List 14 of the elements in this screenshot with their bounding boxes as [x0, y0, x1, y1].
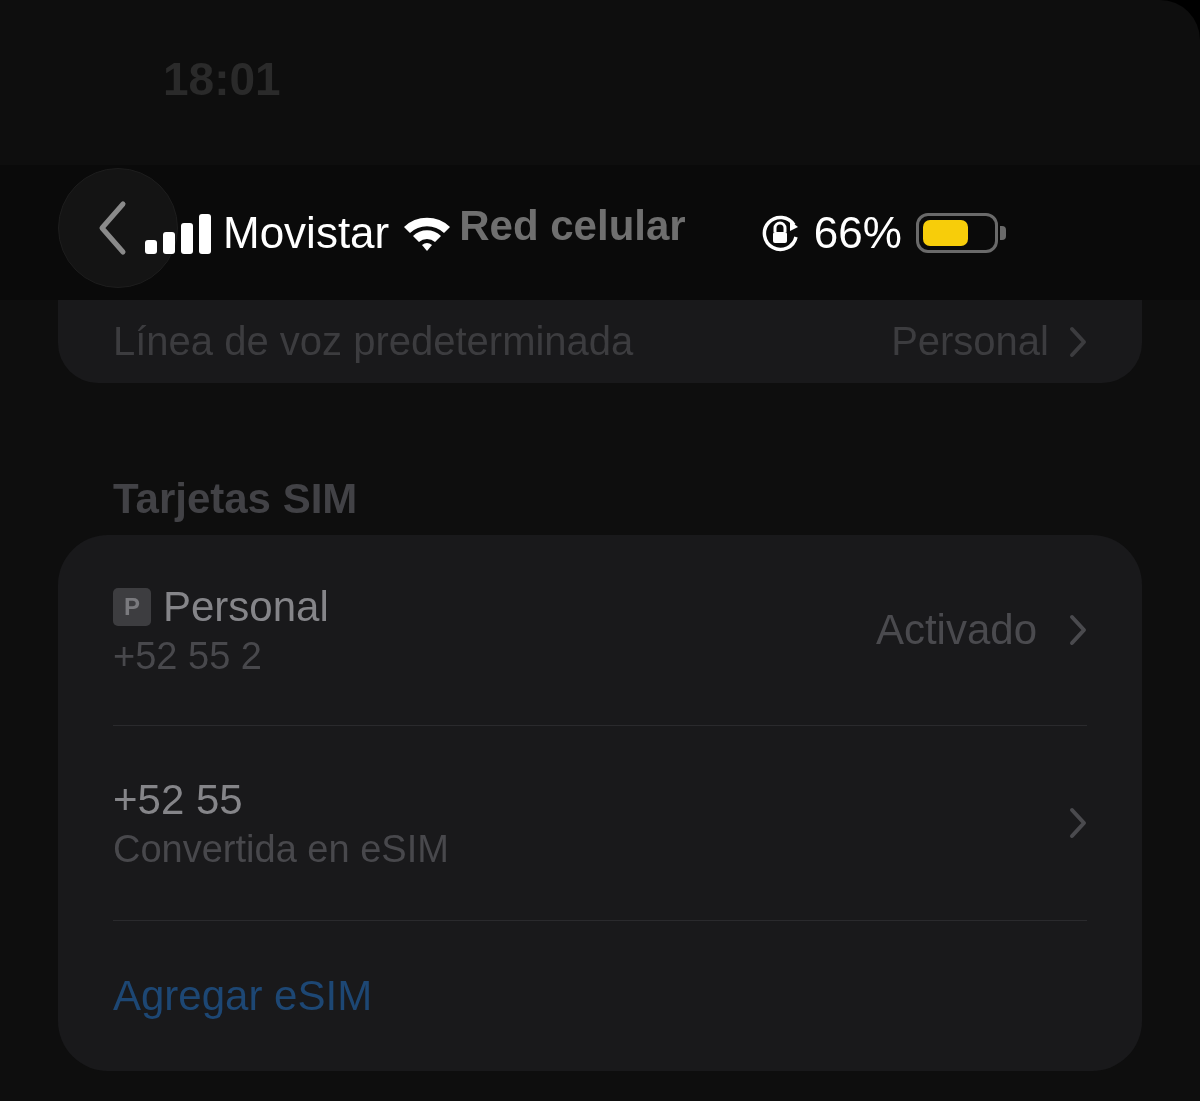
back-icon: [97, 199, 127, 256]
sim-name: Personal: [163, 582, 329, 631]
battery-percentage: 66%: [813, 207, 902, 258]
chevron-icon: [1069, 614, 1087, 646]
sim-name: +52 55: [113, 775, 243, 824]
carrier-name: Movistar: [223, 207, 390, 258]
chevron-icon: [1069, 807, 1087, 839]
section-header: Tarjetas SIM: [113, 475, 359, 524]
signal-icon: [145, 213, 211, 254]
chevron-icon: [1069, 325, 1087, 358]
battery-tip: [999, 225, 1006, 240]
sim-badge: P: [113, 587, 151, 626]
page-title: Red celular: [459, 201, 686, 250]
battery-icon: [915, 212, 998, 253]
